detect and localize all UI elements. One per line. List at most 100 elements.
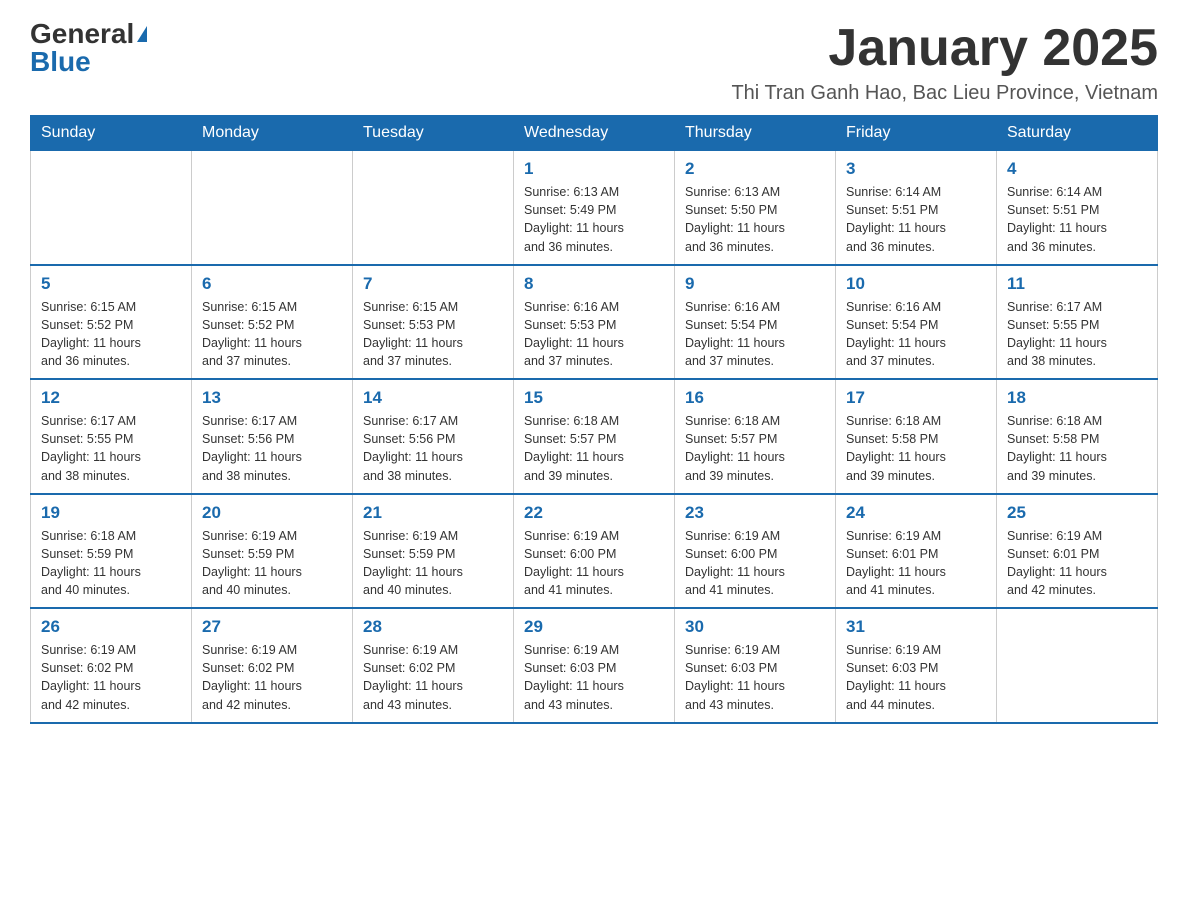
day-info: Sunrise: 6:18 AMSunset: 5:58 PMDaylight:… [846, 412, 986, 485]
day-number: 19 [41, 503, 181, 523]
logo-general-text: General [30, 20, 134, 48]
day-number: 8 [524, 274, 664, 294]
calendar-cell-w2-d7: 11 Sunrise: 6:17 AMSunset: 5:55 PMDayligh… [997, 265, 1158, 380]
calendar-cell-w3-d5: 16Sunrise: 6:18 AMSunset: 5:57 PMDayligh… [675, 379, 836, 494]
calendar-cell-w4-d2: 20 Sunrise: 6:19 AMSunset: 5:59 PMDayligh… [192, 494, 353, 609]
day-info: Sunrise: 6:16 AMSunset: 5:53 PMDaylight:… [524, 298, 664, 371]
calendar-header-row: Sunday Monday Tuesday Wednesday Thursday… [31, 116, 1158, 151]
day-number: 22 [524, 503, 664, 523]
calendar-cell-w5-d5: 30 Sunrise: 6:19 AMSunset: 6:03 PMDayligh… [675, 608, 836, 723]
day-number: 12 [41, 388, 181, 408]
calendar-cell-w4-d5: 23 Sunrise: 6:19 AMSunset: 6:00 PMDayligh… [675, 494, 836, 609]
day-number: 17 [846, 388, 986, 408]
day-info: Sunrise: 6:18 AMSunset: 5:58 PMDaylight:… [1007, 412, 1147, 485]
day-info: Sunrise: 6:19 AMSunset: 6:03 PMDaylight:… [685, 641, 825, 714]
day-info: Sunrise: 6:19 AMSunset: 6:01 PMDaylight:… [846, 527, 986, 600]
calendar-table: Sunday Monday Tuesday Wednesday Thursday… [30, 115, 1158, 724]
day-info: Sunrise: 6:15 AMSunset: 5:52 PMDaylight:… [41, 298, 181, 371]
day-number: 1 [524, 159, 664, 179]
day-number: 16 [685, 388, 825, 408]
day-info: Sunrise: 6:17 AMSunset: 5:56 PMDaylight:… [363, 412, 503, 485]
day-info: Sunrise: 6:19 AMSunset: 6:03 PMDaylight:… [524, 641, 664, 714]
day-number: 2 [685, 159, 825, 179]
day-info: Sunrise: 6:19 AMSunset: 6:01 PMDaylight:… [1007, 527, 1147, 600]
location-subtitle: Thi Tran Ganh Hao, Bac Lieu Province, Vi… [731, 82, 1158, 105]
day-number: 4 [1007, 159, 1147, 179]
day-info: Sunrise: 6:17 AMSunset: 5:56 PMDaylight:… [202, 412, 342, 485]
calendar-week-5: 26 Sunrise: 6:19 AMSunset: 6:02 PMDayligh… [31, 608, 1158, 723]
day-number: 20 [202, 503, 342, 523]
calendar-cell-w3-d1: 12 Sunrise: 6:17 AMSunset: 5:55 PMDayligh… [31, 379, 192, 494]
calendar-cell-w5-d6: 31Sunrise: 6:19 AMSunset: 6:03 PMDayligh… [836, 608, 997, 723]
calendar-cell-w2-d5: 9Sunrise: 6:16 AMSunset: 5:54 PMDaylight… [675, 265, 836, 380]
col-tuesday: Tuesday [353, 116, 514, 151]
calendar-cell-w2-d1: 5 Sunrise: 6:15 AMSunset: 5:52 PMDaylight… [31, 265, 192, 380]
day-number: 5 [41, 274, 181, 294]
month-title: January 2025 [731, 20, 1158, 77]
calendar-cell-w5-d3: 28Sunrise: 6:19 AMSunset: 6:02 PMDayligh… [353, 608, 514, 723]
day-info: Sunrise: 6:19 AMSunset: 6:03 PMDaylight:… [846, 641, 986, 714]
calendar-cell-w2-d2: 6Sunrise: 6:15 AMSunset: 5:52 PMDaylight… [192, 265, 353, 380]
day-info: Sunrise: 6:19 AMSunset: 6:02 PMDaylight:… [363, 641, 503, 714]
day-number: 25 [1007, 503, 1147, 523]
day-info: Sunrise: 6:16 AMSunset: 5:54 PMDaylight:… [685, 298, 825, 371]
calendar-cell-w4-d7: 25 Sunrise: 6:19 AMSunset: 6:01 PMDayligh… [997, 494, 1158, 609]
day-info: Sunrise: 6:13 AMSunset: 5:49 PMDaylight:… [524, 183, 664, 256]
day-number: 29 [524, 617, 664, 637]
calendar-cell-w1-d3 [353, 151, 514, 265]
day-number: 7 [363, 274, 503, 294]
calendar-week-2: 5 Sunrise: 6:15 AMSunset: 5:52 PMDaylight… [31, 265, 1158, 380]
calendar-cell-w3-d7: 18 Sunrise: 6:18 AMSunset: 5:58 PMDayligh… [997, 379, 1158, 494]
day-info: Sunrise: 6:17 AMSunset: 5:55 PMDaylight:… [41, 412, 181, 485]
day-info: Sunrise: 6:19 AMSunset: 5:59 PMDaylight:… [202, 527, 342, 600]
day-info: Sunrise: 6:19 AMSunset: 6:00 PMDaylight:… [685, 527, 825, 600]
col-sunday: Sunday [31, 116, 192, 151]
day-number: 23 [685, 503, 825, 523]
calendar-cell-w3-d2: 13 Sunrise: 6:17 AMSunset: 5:56 PMDayligh… [192, 379, 353, 494]
day-number: 11 [1007, 274, 1147, 294]
logo: General Blue [30, 20, 147, 76]
day-number: 27 [202, 617, 342, 637]
col-thursday: Thursday [675, 116, 836, 151]
calendar-cell-w1-d4: 1 Sunrise: 6:13 AMSunset: 5:49 PMDaylight… [514, 151, 675, 265]
day-number: 14 [363, 388, 503, 408]
day-info: Sunrise: 6:14 AMSunset: 5:51 PMDaylight:… [846, 183, 986, 256]
col-saturday: Saturday [997, 116, 1158, 151]
calendar-cell-w4-d4: 22 Sunrise: 6:19 AMSunset: 6:00 PMDayligh… [514, 494, 675, 609]
title-section: January 2025 Thi Tran Ganh Hao, Bac Lieu… [731, 20, 1158, 105]
day-number: 26 [41, 617, 181, 637]
calendar-cell-w4-d6: 24 Sunrise: 6:19 AMSunset: 6:01 PMDayligh… [836, 494, 997, 609]
calendar-week-1: 1 Sunrise: 6:13 AMSunset: 5:49 PMDaylight… [31, 151, 1158, 265]
day-number: 24 [846, 503, 986, 523]
calendar-cell-w1-d2 [192, 151, 353, 265]
day-info: Sunrise: 6:19 AMSunset: 5:59 PMDaylight:… [363, 527, 503, 600]
calendar-cell-w1-d5: 2 Sunrise: 6:13 AMSunset: 5:50 PMDaylight… [675, 151, 836, 265]
calendar-cell-w3-d6: 17 Sunrise: 6:18 AMSunset: 5:58 PMDayligh… [836, 379, 997, 494]
calendar-week-4: 19 Sunrise: 6:18 AMSunset: 5:59 PMDayligh… [31, 494, 1158, 609]
calendar-cell-w1-d1 [31, 151, 192, 265]
calendar-cell-w5-d4: 29 Sunrise: 6:19 AMSunset: 6:03 PMDayligh… [514, 608, 675, 723]
day-info: Sunrise: 6:16 AMSunset: 5:54 PMDaylight:… [846, 298, 986, 371]
day-info: Sunrise: 6:18 AMSunset: 5:57 PMDaylight:… [524, 412, 664, 485]
calendar-cell-w3-d3: 14 Sunrise: 6:17 AMSunset: 5:56 PMDayligh… [353, 379, 514, 494]
day-info: Sunrise: 6:19 AMSunset: 6:00 PMDaylight:… [524, 527, 664, 600]
day-number: 30 [685, 617, 825, 637]
day-info: Sunrise: 6:19 AMSunset: 6:02 PMDaylight:… [41, 641, 181, 714]
col-friday: Friday [836, 116, 997, 151]
logo-blue-text: Blue [30, 48, 91, 76]
day-number: 13 [202, 388, 342, 408]
day-number: 10 [846, 274, 986, 294]
calendar-cell-w2-d4: 8 Sunrise: 6:16 AMSunset: 5:53 PMDaylight… [514, 265, 675, 380]
day-info: Sunrise: 6:13 AMSunset: 5:50 PMDaylight:… [685, 183, 825, 256]
calendar-cell-w2-d6: 10 Sunrise: 6:16 AMSunset: 5:54 PMDayligh… [836, 265, 997, 380]
day-info: Sunrise: 6:15 AMSunset: 5:53 PMDaylight:… [363, 298, 503, 371]
day-number: 3 [846, 159, 986, 179]
calendar-week-3: 12 Sunrise: 6:17 AMSunset: 5:55 PMDayligh… [31, 379, 1158, 494]
calendar-cell-w4-d3: 21Sunrise: 6:19 AMSunset: 5:59 PMDayligh… [353, 494, 514, 609]
day-info: Sunrise: 6:19 AMSunset: 6:02 PMDaylight:… [202, 641, 342, 714]
day-number: 15 [524, 388, 664, 408]
day-number: 18 [1007, 388, 1147, 408]
day-info: Sunrise: 6:17 AMSunset: 5:55 PMDaylight:… [1007, 298, 1147, 371]
day-info: Sunrise: 6:18 AMSunset: 5:59 PMDaylight:… [41, 527, 181, 600]
logo-triangle-icon [137, 26, 147, 42]
